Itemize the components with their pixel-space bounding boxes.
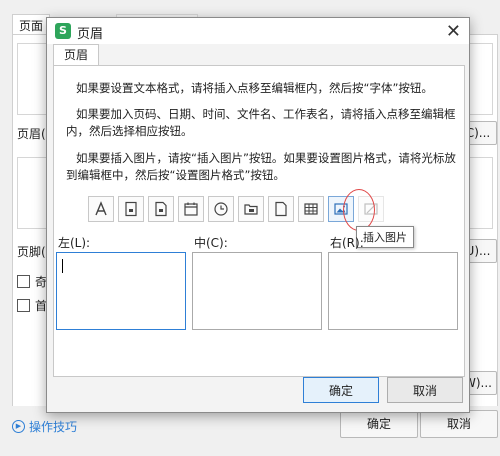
time-icon [214, 202, 228, 216]
footer-label: 页脚( [17, 245, 46, 259]
wps-logo-icon: S [55, 23, 71, 39]
instruction-font: 如果要设置文本格式，请将插入点移至编辑框内，然后按“字体”按钮。 [76, 81, 433, 95]
page-number-button[interactable] [118, 196, 144, 222]
date-button[interactable] [178, 196, 204, 222]
sheet-name-button[interactable] [298, 196, 324, 222]
text-caret [62, 259, 63, 273]
center-section-label: 中(C): [194, 236, 228, 250]
highlight-annotation [343, 189, 375, 231]
file-path-icon [244, 204, 258, 215]
odd-even-checkbox[interactable] [17, 275, 30, 288]
header-toolbar [88, 196, 384, 222]
file-name-button[interactable] [268, 196, 294, 222]
right-section-input[interactable] [328, 252, 458, 330]
header-dialog: S 页眉 ✕ 页眉 如果要设置文本格式，请将插入点移至编辑框内，然后按“字体”按… [46, 17, 470, 413]
close-icon[interactable]: ✕ [446, 21, 461, 42]
tab-header[interactable]: 页眉 [53, 44, 100, 66]
dialog-titlebar: S 页眉 ✕ [47, 18, 469, 44]
insert-picture-tooltip: 插入图片 [356, 226, 414, 248]
time-button[interactable] [208, 196, 234, 222]
background-ok-button[interactable]: 确定 [340, 410, 418, 438]
left-section-label: 左(L): [58, 236, 91, 250]
tips-link[interactable]: ▶ 操作技巧 [12, 418, 77, 435]
tips-label: 操作技巧 [29, 420, 78, 434]
page-number-icon [125, 201, 137, 217]
cancel-button[interactable]: 取消 [387, 377, 463, 403]
left-section-input[interactable] [56, 252, 186, 330]
header-content: 如果要设置文本格式，请将插入点移至编辑框内，然后按“字体”按钮。 如果要加入页码… [53, 65, 465, 377]
play-icon: ▶ [12, 420, 25, 433]
date-icon [184, 202, 198, 216]
instruction-fields: 如果要加入页码、日期、时间、文件名、工作表名，请将插入点移至编辑框内，然后选择相… [66, 107, 456, 138]
file-name-icon [275, 201, 287, 217]
font-button[interactable] [88, 196, 114, 222]
background-cancel-button[interactable]: 取消 [420, 410, 498, 438]
sheet-name-icon [304, 203, 318, 215]
dialog-title: 页眉 [77, 27, 104, 42]
header-label: 页眉( [17, 127, 46, 141]
file-path-button[interactable] [238, 196, 264, 222]
total-pages-button[interactable] [148, 196, 174, 222]
font-icon [95, 201, 107, 216]
tab-page[interactable]: 页面 [12, 14, 51, 36]
right-section-label: 右(R): [330, 236, 364, 250]
instruction-picture: 如果要插入图片，请按“插入图片”按钮。如果要设置图片格式，请将光标放到编辑框中，… [66, 151, 456, 182]
ok-button[interactable]: 确定 [303, 377, 379, 403]
center-section-input[interactable] [192, 252, 322, 330]
first-page-checkbox[interactable] [17, 299, 30, 312]
total-pages-icon [155, 201, 167, 217]
